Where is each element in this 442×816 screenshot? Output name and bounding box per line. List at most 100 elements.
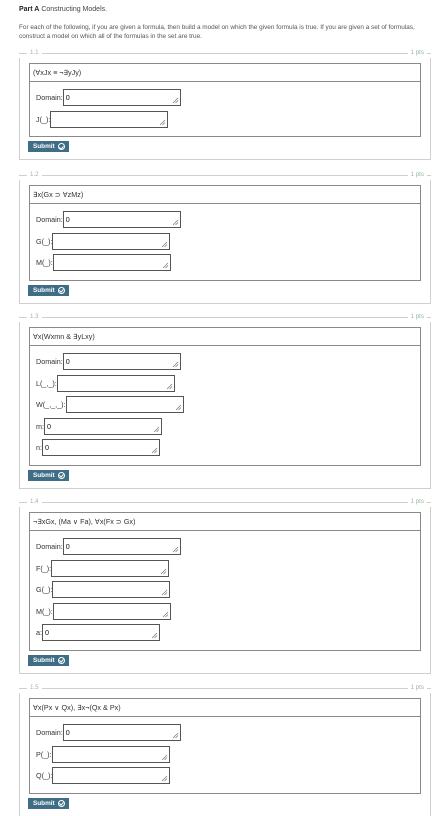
problem-1-3: 1.3 1 pts ∀x(Wxmn & ∃yLxy) Domain: 0 L(_,_): W… <box>19 312 431 489</box>
check-circle-icon <box>57 286 65 294</box>
f-input[interactable] <box>51 559 170 577</box>
m-input[interactable] <box>52 602 171 620</box>
field-row: Domain: 0 <box>36 210 420 229</box>
a-input[interactable]: 0 <box>42 624 160 641</box>
domain-label: Domain: <box>36 215 63 224</box>
domain-input[interactable]: 0 <box>62 724 181 741</box>
divider <box>19 502 431 503</box>
problem-body: ¬∃xGx, (Ma ∨ Fa), ∀x(Fx ⊃ Gx) Domain: 0 F(_… <box>19 507 431 674</box>
field-row: W(_,_,_): <box>36 395 420 414</box>
submit-label: Submit <box>33 799 55 807</box>
part-label: Part A <box>19 6 40 13</box>
n-input[interactable]: 0 <box>42 439 160 456</box>
resize-grip-icon[interactable] <box>151 632 158 639</box>
problem-points: 1 pts <box>407 48 427 58</box>
formula: ∀x(Wxmn & ∃yLxy) <box>29 327 421 346</box>
problem-header: 1.2 1 pts <box>19 170 431 180</box>
divider <box>19 53 431 54</box>
submit-button[interactable]: Submit <box>28 797 69 809</box>
g-input[interactable] <box>52 581 171 598</box>
field-row: M(_): <box>36 253 420 272</box>
domain-input[interactable]: 0 <box>62 538 181 555</box>
problem-body: ∃x(Gx ⊃ ∀zMz) Domain: 0 G(_): M(_): Submit <box>19 180 431 304</box>
resize-grip-icon[interactable] <box>166 383 173 390</box>
field-row: Domain: 0 <box>36 723 420 742</box>
field-row: Domain: 0 <box>36 352 420 371</box>
divider <box>19 688 431 689</box>
formula: ¬∃xGx, (Ma ∨ Fa), ∀x(Fx ⊃ Gx) <box>29 512 421 531</box>
g-input[interactable] <box>52 232 171 250</box>
m-input[interactable]: 0 <box>43 417 162 435</box>
field-row: Domain: 0 <box>36 537 420 556</box>
j-input[interactable] <box>50 110 169 128</box>
resize-grip-icon[interactable] <box>161 589 168 596</box>
g-label: G(_): <box>36 236 53 246</box>
m-input[interactable] <box>52 254 171 271</box>
problem-number: 1.1 <box>27 48 42 58</box>
domain-label: Domain: <box>36 357 63 366</box>
resize-grip-icon[interactable] <box>161 754 168 761</box>
p-label: P(_): <box>36 749 52 759</box>
field-row: P(_): <box>36 745 420 764</box>
resize-grip-icon[interactable] <box>162 262 169 269</box>
model-fields: Domain: 0 L(_,_): W(_,_,_): m: 0 n: 0 <box>29 346 421 466</box>
divider <box>19 317 431 318</box>
domain-input[interactable]: 0 <box>62 89 181 106</box>
submit-button[interactable]: Submit <box>28 141 69 152</box>
l-input[interactable] <box>56 374 175 392</box>
field-row: F(_): <box>36 559 420 578</box>
part-header: Part A Constructing Models. For each of … <box>19 5 429 41</box>
resize-grip-icon[interactable] <box>175 404 182 411</box>
problem-header: 1.3 1 pts <box>19 312 431 322</box>
formula: (∀xJx ≡ ¬∃yJy) <box>29 63 421 82</box>
resize-grip-icon[interactable] <box>159 119 166 126</box>
resize-grip-icon[interactable] <box>172 219 179 226</box>
problem-points: 1 pts <box>407 683 427 693</box>
w-label: W(_,_,_): <box>36 400 66 409</box>
problem-1-1: 1.1 1 pts (∀xJx ≡ ¬∃yJy) Domain: 0 J(_): Submi… <box>19 48 431 160</box>
resize-grip-icon[interactable] <box>161 775 168 782</box>
m-label: M(_): <box>36 258 53 267</box>
model-fields: Domain: 0 G(_): M(_): <box>29 204 421 281</box>
resize-grip-icon[interactable] <box>153 426 160 433</box>
w-input[interactable] <box>65 396 184 413</box>
problem-points: 1 pts <box>407 497 427 507</box>
divider <box>19 175 431 176</box>
field-row: L(_,_): <box>36 374 420 393</box>
field-row: J(_): <box>36 110 420 129</box>
field-row: a: 0 <box>36 623 420 642</box>
field-row: M(_): <box>36 602 420 621</box>
resize-grip-icon[interactable] <box>172 546 179 553</box>
m-label: m: <box>36 421 44 431</box>
problem-number: 1.2 <box>27 170 42 180</box>
q-input[interactable] <box>52 767 171 784</box>
check-circle-icon <box>57 471 65 479</box>
submit-label: Submit <box>33 471 55 479</box>
field-row: Domain: 0 <box>36 88 420 107</box>
problem-1-2: 1.2 1 pts ∃x(Gx ⊃ ∀zMz) Domain: 0 G(_): M(_): S… <box>19 170 431 304</box>
resize-grip-icon[interactable] <box>172 361 179 368</box>
problem-1-4: 1.4 1 pts ¬∃xGx, (Ma ∨ Fa), ∀x(Fx ⊃ Gx) Dom… <box>19 497 431 674</box>
problem-header: 1.4 1 pts <box>19 497 431 507</box>
model-fields: Domain: 0 J(_): <box>29 82 421 137</box>
instructions: For each of the following, if you are gi… <box>19 24 415 40</box>
domain-label: Domain: <box>36 728 63 737</box>
m-label: M(_): <box>36 606 53 616</box>
submit-button[interactable]: Submit <box>28 284 69 296</box>
problem-number: 1.5 <box>27 683 42 693</box>
resize-grip-icon[interactable] <box>172 97 179 104</box>
part-title: Part A Constructing Models. <box>19 5 429 15</box>
resize-grip-icon[interactable] <box>161 241 168 248</box>
resize-grip-icon[interactable] <box>151 447 158 454</box>
submit-button[interactable]: Submit <box>28 469 69 481</box>
check-circle-icon <box>57 656 65 664</box>
domain-input[interactable]: 0 <box>62 353 181 370</box>
submit-button[interactable]: Submit <box>28 654 69 666</box>
p-input[interactable] <box>51 745 170 763</box>
resize-grip-icon[interactable] <box>162 611 169 618</box>
formula: ∃x(Gx ⊃ ∀zMz) <box>29 185 421 204</box>
resize-grip-icon[interactable] <box>172 732 179 739</box>
problem-header: 1.1 1 pts <box>19 48 431 58</box>
resize-grip-icon[interactable] <box>160 568 167 575</box>
domain-input[interactable]: 0 <box>62 211 181 228</box>
